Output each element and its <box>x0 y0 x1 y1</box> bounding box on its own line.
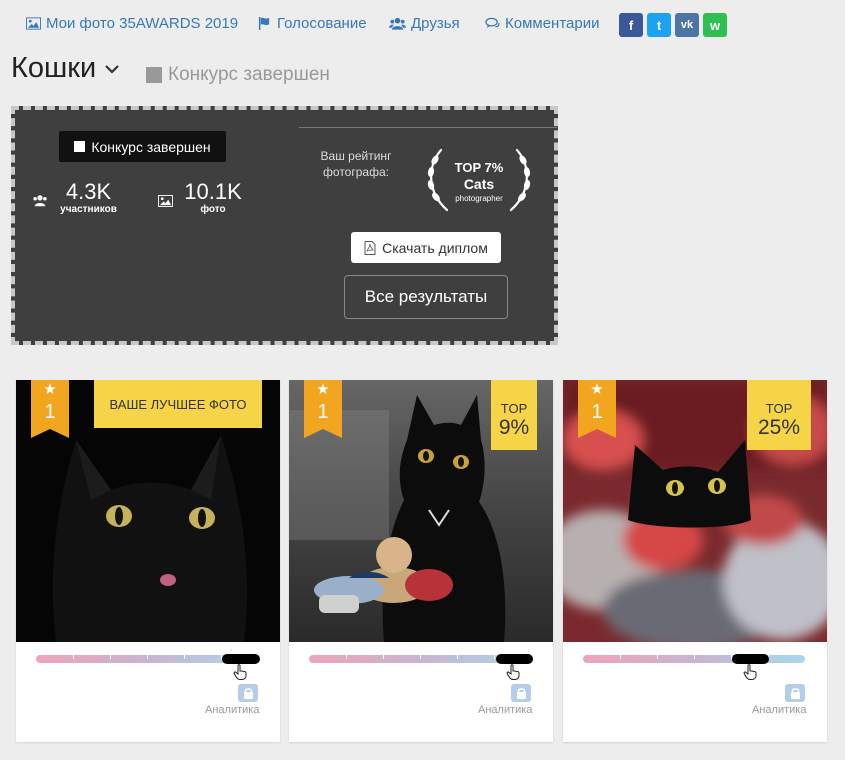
participants-label: участников <box>60 204 117 215</box>
scale-tick <box>694 655 695 659</box>
page-title: Кошки <box>11 52 97 84</box>
analytics-lock-button[interactable] <box>511 684 531 702</box>
scale-marker[interactable] <box>222 654 260 664</box>
image-icon <box>158 195 173 207</box>
flag-icon <box>258 17 270 30</box>
best-photo-badge: ВАШЕ ЛУЧШЕЕ ФОТО <box>94 380 262 428</box>
twitter-icon[interactable]: t <box>647 13 671 37</box>
photo-thumbnail[interactable]: ★ 1 ВАШЕ ЛУЧШЕЕ ФОТО <box>16 380 280 642</box>
facebook-icon[interactable]: f <box>619 13 643 37</box>
top-label: TOP <box>765 401 793 416</box>
contest-summary-panel: Конкурс завершен 4.3K участников 10.1K ф… <box>11 106 558 345</box>
rank-value: 1 <box>317 401 329 423</box>
hand-pointer-icon <box>233 664 247 680</box>
star-icon: ★ <box>316 381 330 398</box>
hand-pointer-icon <box>743 664 757 680</box>
nav-friends[interactable]: Друзья <box>389 15 460 32</box>
users-icon <box>33 195 47 207</box>
scale-marker[interactable] <box>732 654 769 664</box>
scale-tick <box>457 655 458 659</box>
top-percent-badge: TOP 9% <box>491 380 537 450</box>
scale-tick <box>73 655 74 659</box>
nav-comments[interactable]: Комментарии <box>485 15 599 32</box>
lock-icon <box>243 688 253 699</box>
rank-value: 1 <box>591 401 603 423</box>
lock-icon <box>790 688 800 699</box>
stop-square-icon <box>146 67 162 83</box>
top-percent-value: 25% <box>757 416 801 439</box>
chevron-down-icon <box>105 64 119 74</box>
photos-value: 10.1K <box>184 179 242 204</box>
top-nav: Мои фото 35AWARDS 2019 Голосование Друзь… <box>0 0 845 48</box>
analytics-label[interactable]: Аналитика <box>205 704 259 716</box>
users-icon <box>389 17 406 30</box>
scale-tick <box>147 655 148 659</box>
contest-ended-badge: Конкурс завершен <box>59 131 226 162</box>
laurel-sub-text: photographer <box>455 194 503 203</box>
nav-friends-label: Друзья <box>411 15 460 32</box>
rating-scale <box>309 654 533 664</box>
top-percent-badge: TOP 25% <box>747 380 811 450</box>
participants-stat: 4.3K участников <box>56 180 121 216</box>
scale-tick <box>657 655 658 659</box>
nav-my-photos-label: Мои фото 35AWARDS 2019 <box>46 15 239 32</box>
rating-laurel: TOP 7% Cats photographer <box>419 144 539 216</box>
hand-pointer-icon <box>506 664 520 680</box>
top-label: TOP <box>500 401 528 416</box>
rating-scale <box>583 654 805 664</box>
scale-tick <box>346 655 347 659</box>
scale-tick <box>420 655 421 659</box>
nav-voting[interactable]: Голосование <box>257 15 367 32</box>
scale-marker[interactable] <box>496 654 533 664</box>
divider <box>299 127 557 128</box>
stop-square-icon <box>74 141 86 152</box>
top-percent-value: 9% <box>498 416 530 439</box>
analytics-lock-button[interactable] <box>785 684 805 702</box>
rank-value: 1 <box>44 401 56 423</box>
scale-tick <box>184 655 185 659</box>
rating-scale <box>36 654 260 664</box>
nav-comments-label: Комментарии <box>505 15 600 32</box>
lock-icon <box>516 688 526 699</box>
scale-tick <box>110 655 111 659</box>
participants-value: 4.3K <box>65 179 112 204</box>
analytics-lock-button[interactable] <box>238 684 258 702</box>
star-icon: ★ <box>590 381 604 398</box>
scale-tick <box>494 655 495 659</box>
contest-ended-label: Конкурс завершен <box>91 138 211 155</box>
social-share: f t vk w <box>619 13 727 37</box>
nav-voting-label: Голосование <box>277 15 367 32</box>
photographer-rating-label: Ваш рейтинг фотографа: <box>320 149 392 179</box>
category-dropdown[interactable]: Кошки <box>11 52 120 85</box>
photos-label: фото <box>200 204 226 215</box>
scale-tick <box>620 655 621 659</box>
whatsapp-icon[interactable]: w <box>703 13 727 37</box>
photo-thumbnail[interactable]: ★ 1 TOP 25% <box>563 380 827 642</box>
download-diploma-label: Скачать диплом <box>382 239 488 256</box>
photo-card: ★ 1 TOP 9% Аналитика <box>289 380 553 742</box>
analytics-label[interactable]: Аналитика <box>752 704 806 716</box>
photo-card: ★ 1 TOP 25% Аналитика <box>563 380 827 742</box>
photo-thumbnail[interactable]: ★ 1 TOP 9% <box>289 380 553 642</box>
contest-status-label: Конкурс завершен <box>168 64 330 85</box>
vk-icon[interactable]: vk <box>675 13 699 37</box>
star-icon: ★ <box>43 381 57 398</box>
download-diploma-button[interactable]: Скачать диплом <box>351 232 501 263</box>
image-icon <box>26 17 41 30</box>
scale-tick <box>383 655 384 659</box>
pdf-file-icon <box>364 240 376 255</box>
comments-icon <box>485 17 500 28</box>
laurel-category-text: Cats <box>463 176 495 192</box>
contest-status: Конкурс завершен <box>146 64 330 86</box>
photo-card: ★ 1 ВАШЕ ЛУЧШЕЕ ФОТО Аналитика <box>16 380 280 742</box>
analytics-label[interactable]: Аналитика <box>478 704 532 716</box>
nav-my-photos[interactable]: Мои фото 35AWARDS 2019 <box>26 15 238 32</box>
photos-stat: 10.1K фото <box>181 180 245 216</box>
all-results-button[interactable]: Все результаты <box>344 275 508 319</box>
laurel-top-text: TOP 7% <box>454 160 504 175</box>
